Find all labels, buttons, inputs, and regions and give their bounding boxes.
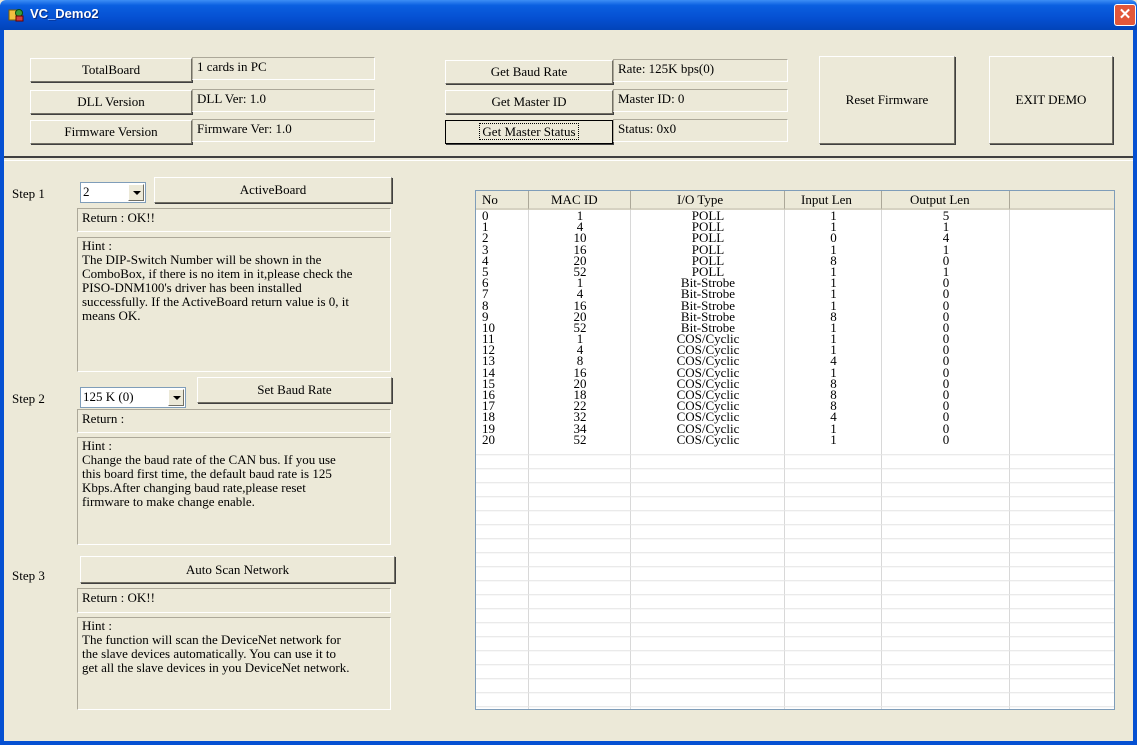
firmware-version-value: Firmware Ver: 1.0 (192, 119, 375, 142)
cell-mac-id: 52 (573, 431, 587, 447)
cell-io-type: COS/Cyclic (676, 431, 740, 447)
table-row[interactable]: 16 18 COS/Cyclic 8 0 (476, 388, 1114, 401)
dll-version-value: DLL Ver: 1.0 (192, 89, 375, 112)
column-header-extra (1010, 191, 1114, 210)
step1-label: Step 1 (12, 186, 45, 201)
reset-firmware-button[interactable]: Reset Firmware (819, 56, 955, 144)
table-row[interactable]: 18 32 COS/Cyclic 4 0 (476, 410, 1114, 423)
cell-input-len: 1 (830, 431, 837, 447)
dll-version-button[interactable]: DLL Version (30, 90, 192, 114)
device-list-header: No MAC ID I/O Type Input Len Output Len (476, 191, 1114, 210)
table-row[interactable]: 0 1 POLL 1 5 (476, 209, 1114, 222)
table-row[interactable]: 1 4 POLL 1 1 (476, 220, 1114, 233)
step2-label: Step 2 (12, 391, 45, 406)
table-row[interactable]: 2 10 POLL 0 4 (476, 231, 1114, 244)
table-row[interactable]: 11 1 COS/Cyclic 1 0 (476, 332, 1114, 345)
cell-no: 20 (482, 431, 495, 447)
baud-rate-combo-value: 125 K (0) (83, 389, 134, 404)
table-row[interactable]: 15 20 COS/Cyclic 8 0 (476, 377, 1114, 390)
baud-rate-combo[interactable]: 125 K (0) (80, 387, 186, 408)
step1-return-value: Return : OK!! (77, 208, 391, 232)
total-board-value: 1 cards in PC (192, 57, 375, 80)
close-button[interactable]: ✕ (1114, 4, 1136, 26)
get-master-status-label: Get Master Status (479, 123, 579, 140)
get-master-status-button[interactable]: Get Master Status (445, 120, 613, 144)
get-master-id-button[interactable]: Get Master ID (445, 90, 613, 114)
step3-hint: Hint : The function will scan the Device… (77, 617, 391, 710)
table-row[interactable]: 10 52 Bit-Strobe 1 0 (476, 321, 1114, 334)
master-status-value: Status: 0x0 (613, 119, 788, 142)
table-row[interactable]: 14 16 COS/Cyclic 1 0 (476, 366, 1114, 379)
table-row[interactable]: 5 52 POLL 1 1 (476, 265, 1114, 278)
active-board-button[interactable]: ActiveBoard (154, 177, 392, 203)
app-icon (8, 9, 24, 22)
table-row[interactable]: 20 52 COS/Cyclic 1 0 (476, 431, 1114, 447)
exit-demo-button[interactable]: EXIT DEMO (989, 56, 1113, 144)
auto-scan-network-button[interactable]: Auto Scan Network (80, 556, 395, 583)
master-id-value: Master ID: 0 (613, 89, 788, 112)
get-baud-rate-button[interactable]: Get Baud Rate (445, 60, 613, 84)
table-row[interactable]: 19 34 COS/Cyclic 1 0 (476, 421, 1114, 434)
board-number-value: 2 (83, 184, 90, 199)
table-row[interactable]: 12 4 COS/Cyclic 1 0 (476, 343, 1114, 356)
set-baud-rate-button[interactable]: Set Baud Rate (197, 377, 392, 403)
cell-output-len: 0 (942, 431, 950, 447)
step2-return-value: Return : (77, 409, 391, 433)
window-frame-bottom (0, 741, 1137, 745)
title-bar[interactable]: VC_Demo2 ✕ (0, 0, 1137, 30)
window-frame-right (1133, 30, 1137, 745)
step1-hint: Hint : The DIP-Switch Number will be sho… (77, 237, 391, 372)
step3-return-value: Return : OK!! (77, 588, 391, 613)
table-row[interactable]: 9 20 Bit-Strobe 8 0 (476, 310, 1114, 323)
step3-label: Step 3 (12, 568, 45, 583)
firmware-version-button[interactable]: Firmware Version (30, 120, 192, 144)
table-row[interactable]: 4 20 POLL 8 0 (476, 254, 1114, 267)
table-row[interactable]: 17 22 COS/Cyclic 8 0 (476, 399, 1114, 412)
table-row[interactable]: 8 16 Bit-Strobe 1 0 (476, 298, 1114, 311)
table-row[interactable]: 6 1 Bit-Strobe 1 0 (476, 276, 1114, 289)
chevron-down-icon[interactable] (168, 389, 184, 406)
total-board-button[interactable]: TotalBoard (30, 58, 192, 82)
window-frame-left (0, 30, 4, 745)
baud-rate-value: Rate: 125K bps(0) (613, 59, 788, 82)
window-title: VC_Demo2 (30, 6, 99, 21)
board-number-combo[interactable]: 2 (80, 182, 146, 203)
chevron-down-icon[interactable] (128, 184, 144, 201)
device-list-body: 0 1 POLL 1 5 1 4 POLL 1 1 2 10 POLL 0 4 3 16 POLL 1 1 4 20 POL… (476, 209, 1114, 447)
table-row[interactable]: 13 8 COS/Cyclic 4 0 (476, 354, 1114, 367)
table-row[interactable]: 3 16 POLL 1 1 (476, 242, 1114, 255)
device-list-view[interactable]: No MAC ID I/O Type Input Len Output Len … (475, 190, 1115, 710)
step2-hint: Hint : Change the baud rate of the CAN b… (77, 437, 391, 545)
table-row[interactable]: 7 4 Bit-Strobe 1 0 (476, 287, 1114, 300)
separator (4, 156, 1133, 161)
